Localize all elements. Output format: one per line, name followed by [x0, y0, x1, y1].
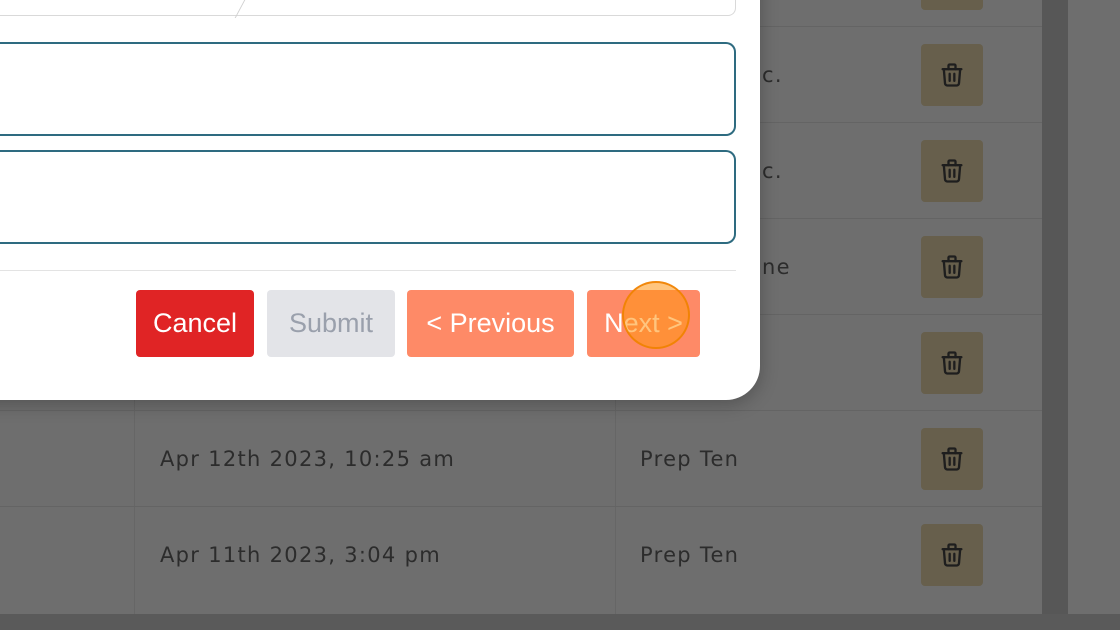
- trash-icon: [941, 351, 963, 375]
- row-name: c.: [762, 159, 783, 183]
- date-range-field[interactable]: [0, 0, 736, 16]
- delete-button[interactable]: [921, 44, 983, 106]
- row-date: Apr 11th 2023, 3:04 pm: [160, 543, 441, 567]
- delete-button[interactable]: [921, 236, 983, 298]
- delete-button[interactable]: [921, 0, 983, 10]
- delete-button[interactable]: [921, 524, 983, 586]
- click-indicator: [622, 281, 690, 349]
- text-input-field[interactable]: [0, 150, 736, 244]
- row-date: Apr 12th 2023, 10:25 am: [160, 447, 456, 471]
- table-row: Apr 12th 2023, 10:25 am Prep Ten: [0, 410, 1042, 507]
- page-scroll-strip: [1068, 0, 1120, 614]
- delete-button[interactable]: [921, 428, 983, 490]
- row-name: ne: [762, 255, 791, 279]
- text-input-field[interactable]: [0, 42, 736, 136]
- modal-footer-divider: [0, 270, 736, 271]
- trash-icon: [941, 63, 963, 87]
- previous-button[interactable]: < Previous: [407, 290, 574, 357]
- submit-button[interactable]: Submit: [267, 290, 395, 357]
- table-row: Apr 11th 2023, 3:04 pm Prep Ten: [0, 506, 1042, 603]
- page-footer-bar: [0, 614, 1120, 630]
- trash-icon: [941, 255, 963, 279]
- row-name: Prep Ten: [640, 543, 740, 567]
- trash-icon: [941, 543, 963, 567]
- row-name: Prep Ten: [640, 447, 740, 471]
- cancel-button[interactable]: Cancel: [136, 290, 254, 357]
- trash-icon: [941, 159, 963, 183]
- trash-icon: [941, 447, 963, 471]
- delete-button[interactable]: [921, 140, 983, 202]
- row-name: c.: [762, 63, 783, 87]
- delete-button[interactable]: [921, 332, 983, 394]
